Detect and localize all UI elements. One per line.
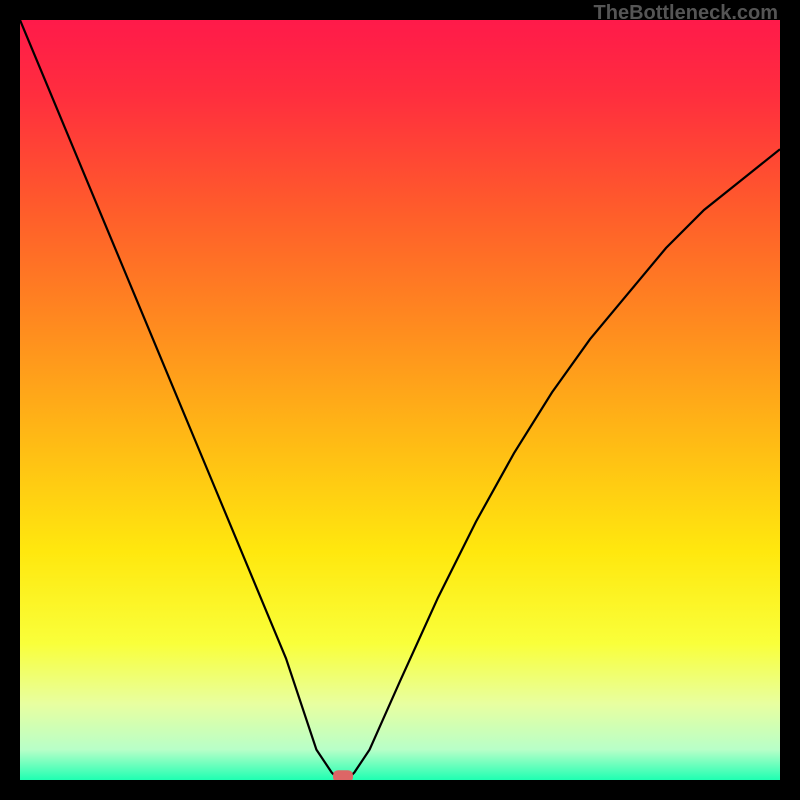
plot-area <box>20 20 780 780</box>
watermark-text: TheBottleneck.com <box>594 2 778 25</box>
gradient-background <box>20 20 780 780</box>
chart-svg <box>20 20 780 780</box>
chart-container: TheBottleneck.com <box>0 0 800 800</box>
optimum-marker <box>333 770 353 780</box>
